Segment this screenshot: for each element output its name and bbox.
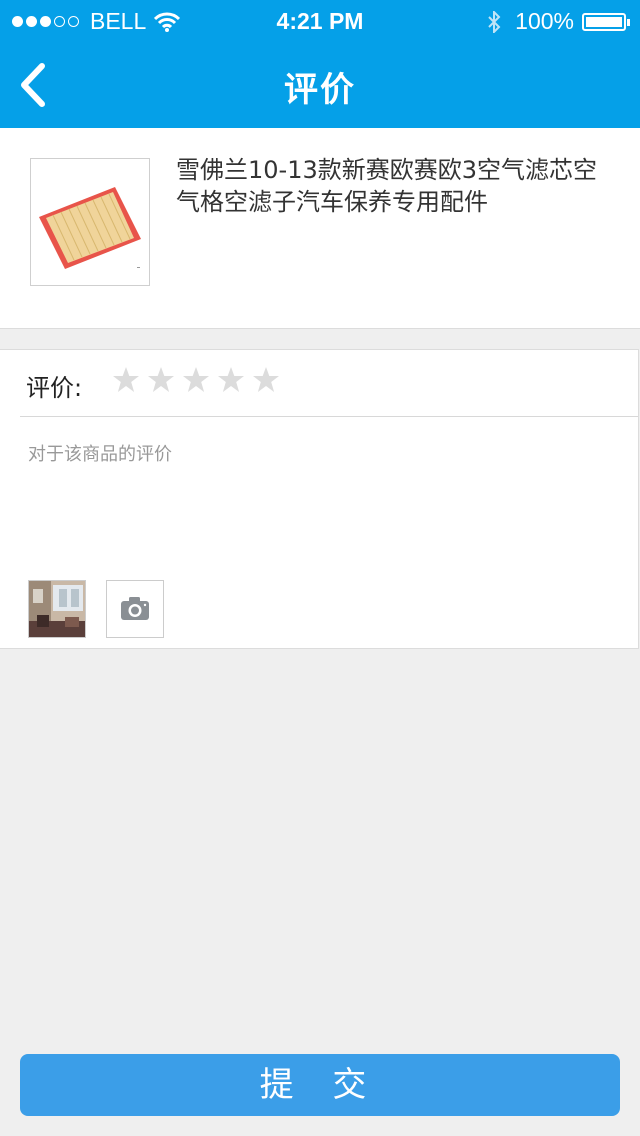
rating-row: 评价:	[20, 350, 638, 417]
product-title: 雪佛兰10-13款新赛欧赛欧3空气滤芯空气格空滤子汽车保养专用配件	[176, 156, 598, 216]
status-right-group: 100%	[487, 8, 630, 35]
submit-button[interactable]: 提 交	[20, 1054, 620, 1116]
navigation-bar: BELL 4:21 PM 100% 评价	[0, 0, 640, 128]
product-card[interactable]: 雪佛兰10-13款新赛欧赛欧3空气滤芯空气格空滤子汽车保养专用配件	[0, 128, 640, 329]
review-section: 评价: 对于该商品的评价	[0, 349, 639, 649]
page-title: 评价	[284, 70, 356, 110]
star-icon[interactable]	[217, 366, 245, 394]
air-filter-image	[39, 187, 141, 269]
comment-input[interactable]: 对于该商品的评价	[28, 440, 608, 540]
bluetooth-icon	[488, 10, 501, 33]
camera-icon	[121, 597, 149, 620]
status-bar: BELL 4:21 PM 100%	[0, 0, 640, 40]
photo-image	[29, 581, 85, 637]
add-photo-button[interactable]	[106, 580, 164, 638]
star-icon[interactable]	[252, 366, 280, 394]
battery-percent: 100%	[515, 8, 574, 34]
battery-icon	[582, 12, 630, 31]
uploaded-photo[interactable]	[28, 580, 86, 638]
product-image[interactable]	[30, 158, 150, 286]
rating-label: 评价:	[26, 374, 83, 402]
star-icon[interactable]	[112, 366, 140, 394]
star-icon[interactable]	[147, 366, 175, 394]
star-rating[interactable]	[112, 366, 287, 394]
star-icon[interactable]	[182, 366, 210, 394]
